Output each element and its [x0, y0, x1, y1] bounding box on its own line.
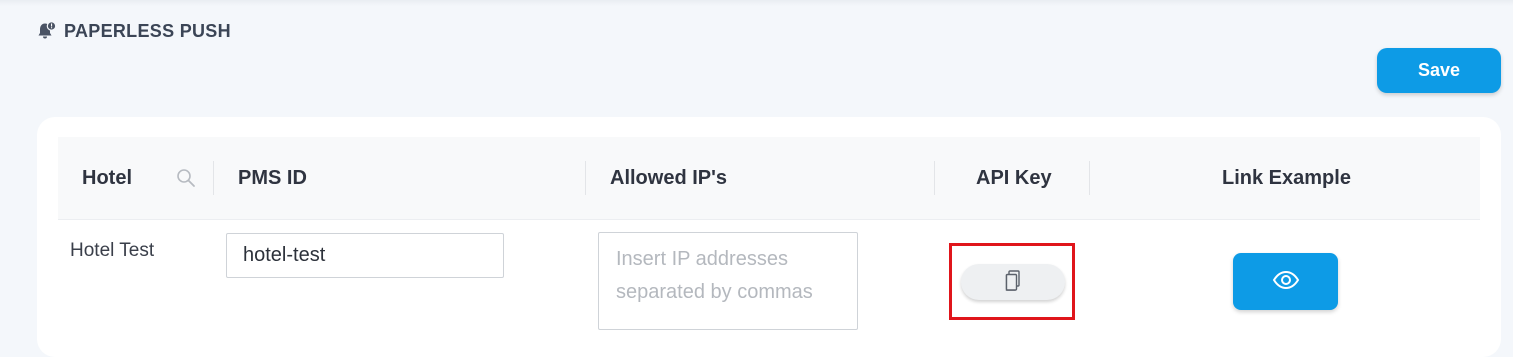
- column-divider: [1089, 161, 1090, 195]
- search-icon[interactable]: [175, 167, 197, 194]
- copy-icon: [1002, 269, 1024, 296]
- column-header-allowed-ips: Allowed IP's: [610, 166, 728, 189]
- column-header-pms-id: PMS ID: [238, 166, 307, 189]
- page-header: PAPERLESS PUSH: [36, 20, 231, 42]
- view-link-example-button[interactable]: [1233, 253, 1338, 310]
- pms-id-input[interactable]: [226, 233, 504, 278]
- table-header: Hotel PMS ID Allowed IP's API Key Link E…: [58, 137, 1480, 220]
- settings-card: Hotel PMS ID Allowed IP's API Key Link E…: [37, 117, 1501, 357]
- page-title: PAPERLESS PUSH: [64, 20, 231, 41]
- top-bar-shadow: [0, 0, 1513, 6]
- eye-icon: [1272, 270, 1300, 293]
- column-divider: [585, 161, 586, 195]
- column-header-hotel: Hotel: [82, 166, 132, 189]
- copy-api-key-button[interactable]: [961, 264, 1065, 300]
- allowed-ips-textarea[interactable]: [598, 232, 858, 330]
- hotel-name-cell: Hotel Test: [70, 240, 155, 261]
- column-header-api-key: API Key: [976, 166, 1052, 189]
- column-divider: [934, 161, 935, 195]
- column-divider: [213, 161, 214, 195]
- bell-icon: [36, 20, 58, 42]
- column-header-link-example: Link Example: [1222, 166, 1351, 189]
- save-button[interactable]: Save: [1377, 48, 1501, 93]
